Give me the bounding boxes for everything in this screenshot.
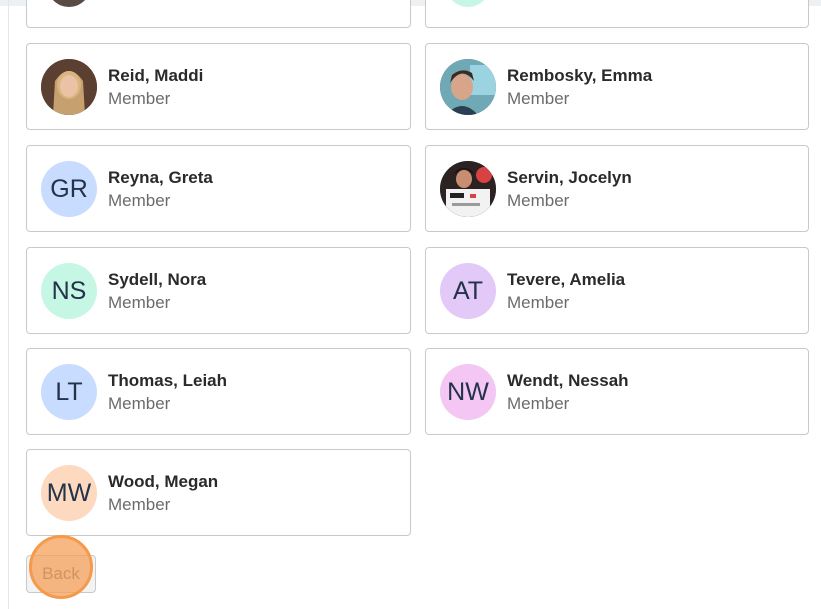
member-card[interactable]: Rembosky, Emma Member <box>425 43 809 130</box>
member-name: Sydell, Nora <box>108 270 207 289</box>
member-role: Member <box>507 394 570 413</box>
member-name: Reid, Maddi <box>108 66 204 85</box>
back-button[interactable]: Back <box>26 555 96 593</box>
member-avatar-photo <box>440 161 496 217</box>
member-name: Rembosky, Emma <box>507 66 653 85</box>
member-card[interactable]: GR Reyna, Greta Member <box>26 145 411 232</box>
member-card[interactable]: MW Wood, Megan Member <box>26 449 411 536</box>
member-avatar-initials: LT <box>41 364 97 420</box>
member-card[interactable]: NS Sydell, Nora Member <box>26 247 411 334</box>
avatar-partial <box>47 0 91 7</box>
member-card[interactable]: LT Thomas, Leiah Member <box>26 348 411 435</box>
avatar-partial <box>446 0 490 7</box>
photo-placeholder-icon <box>41 59 97 115</box>
member-card[interactable]: AT Tevere, Amelia Member <box>425 247 809 334</box>
left-divider <box>8 0 9 609</box>
member-name: Thomas, Leiah <box>108 371 228 390</box>
member-card-partial[interactable] <box>26 0 411 28</box>
member-role: Member <box>108 394 171 413</box>
member-card[interactable]: Reid, Maddi Member <box>26 43 411 130</box>
member-name: Wood, Megan <box>108 472 219 491</box>
member-role: Member <box>108 89 171 108</box>
member-role: Member <box>108 293 171 312</box>
member-role: Member <box>108 495 171 514</box>
member-name: Servin, Jocelyn <box>507 168 632 187</box>
photo-placeholder-icon <box>440 161 496 217</box>
member-name: Tevere, Amelia <box>507 270 626 289</box>
member-card[interactable]: NW Wendt, Nessah Member <box>425 348 809 435</box>
photo-placeholder-icon <box>440 59 496 115</box>
member-card[interactable]: Servin, Jocelyn Member <box>425 145 809 232</box>
member-name: Wendt, Nessah <box>507 371 629 390</box>
member-role: Member <box>108 191 171 210</box>
member-role: Member <box>507 191 570 210</box>
member-avatar-initials: MW <box>41 465 97 521</box>
member-avatar-photo <box>41 59 97 115</box>
member-card-partial[interactable] <box>425 0 809 28</box>
member-avatar-initials: AT <box>440 263 496 319</box>
member-avatar-photo <box>440 59 496 115</box>
member-avatar-initials: NS <box>41 263 97 319</box>
member-avatar-initials: NW <box>440 364 496 420</box>
member-role: Member <box>507 89 570 108</box>
member-avatar-initials: GR <box>41 161 97 217</box>
member-role: Member <box>507 293 570 312</box>
member-name: Reyna, Greta <box>108 168 213 187</box>
